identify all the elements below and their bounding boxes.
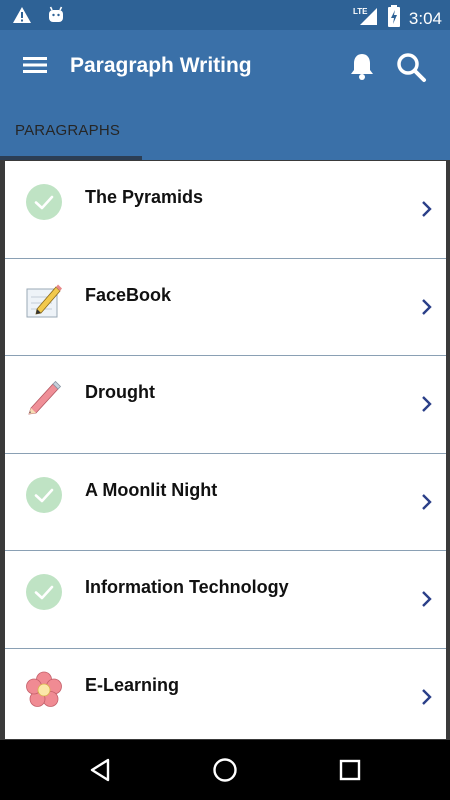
check-circle-icon: [25, 183, 63, 221]
list-item-title: Information Technology: [85, 577, 289, 598]
list-item-title: A Moonlit Night: [85, 479, 218, 500]
chevron-right-icon: [420, 492, 434, 512]
check-circle-icon: [25, 573, 63, 611]
notepad-pencil-icon: [25, 281, 63, 319]
home-button[interactable]: [211, 756, 239, 784]
menu-icon: [20, 57, 50, 82]
pencil-icon: [25, 378, 63, 416]
list-item[interactable]: Drought: [5, 356, 446, 454]
flower-icon: [25, 671, 63, 709]
tab-paragraphs[interactable]: PARAGRAPHS: [0, 102, 142, 160]
svg-text:LTE: LTE: [353, 7, 368, 16]
list-item-title: Drought: [85, 382, 155, 403]
page-title: Paragraph Writing: [70, 54, 252, 77]
check-circle-icon: [25, 476, 63, 514]
tab-indicator: [0, 156, 142, 160]
paragraph-list: The Pyramids FaceBook Drought A Moonlit …: [5, 161, 446, 739]
menu-button[interactable]: [20, 52, 50, 78]
list-item[interactable]: A Moonlit Night: [5, 453, 446, 552]
battery-charging-icon: [387, 5, 401, 32]
chevron-right-icon: [420, 687, 434, 707]
back-icon: [86, 758, 114, 788]
status-time: 3:04: [408, 8, 442, 28]
chevron-right-icon: [420, 297, 434, 317]
bell-icon: [346, 54, 378, 86]
chevron-right-icon: [420, 394, 434, 414]
search-button[interactable]: [394, 50, 428, 84]
back-button[interactable]: [86, 756, 114, 784]
navigation-bar: [0, 740, 450, 800]
app-bar: Paragraph Writing: [0, 30, 450, 102]
lte-signal-icon: LTE: [353, 6, 379, 31]
list-item-title: FaceBook: [85, 284, 172, 305]
list-item[interactable]: The Pyramids: [5, 161, 446, 259]
recents-button[interactable]: [336, 756, 364, 784]
warning-icon: [12, 5, 32, 30]
chevron-right-icon: [420, 589, 434, 609]
list-item[interactable]: FaceBook: [5, 258, 446, 357]
chevron-right-icon: [420, 199, 434, 219]
home-icon: [211, 758, 239, 788]
status-bar: LTE 3:04: [0, 0, 450, 30]
android-icon: [46, 5, 66, 30]
list-item-title: The Pyramids: [85, 187, 204, 207]
tab-label: PARAGRAPHS: [15, 122, 121, 139]
tab-bar: PARAGRAPHS: [0, 102, 450, 160]
list-item[interactable]: Information Technology: [5, 551, 446, 649]
list-item-title: E-Learning: [85, 674, 180, 695]
recents-icon: [336, 759, 364, 788]
search-icon: [394, 53, 428, 88]
notifications-button[interactable]: [346, 50, 378, 82]
list-item[interactable]: E-Learning: [5, 648, 446, 739]
